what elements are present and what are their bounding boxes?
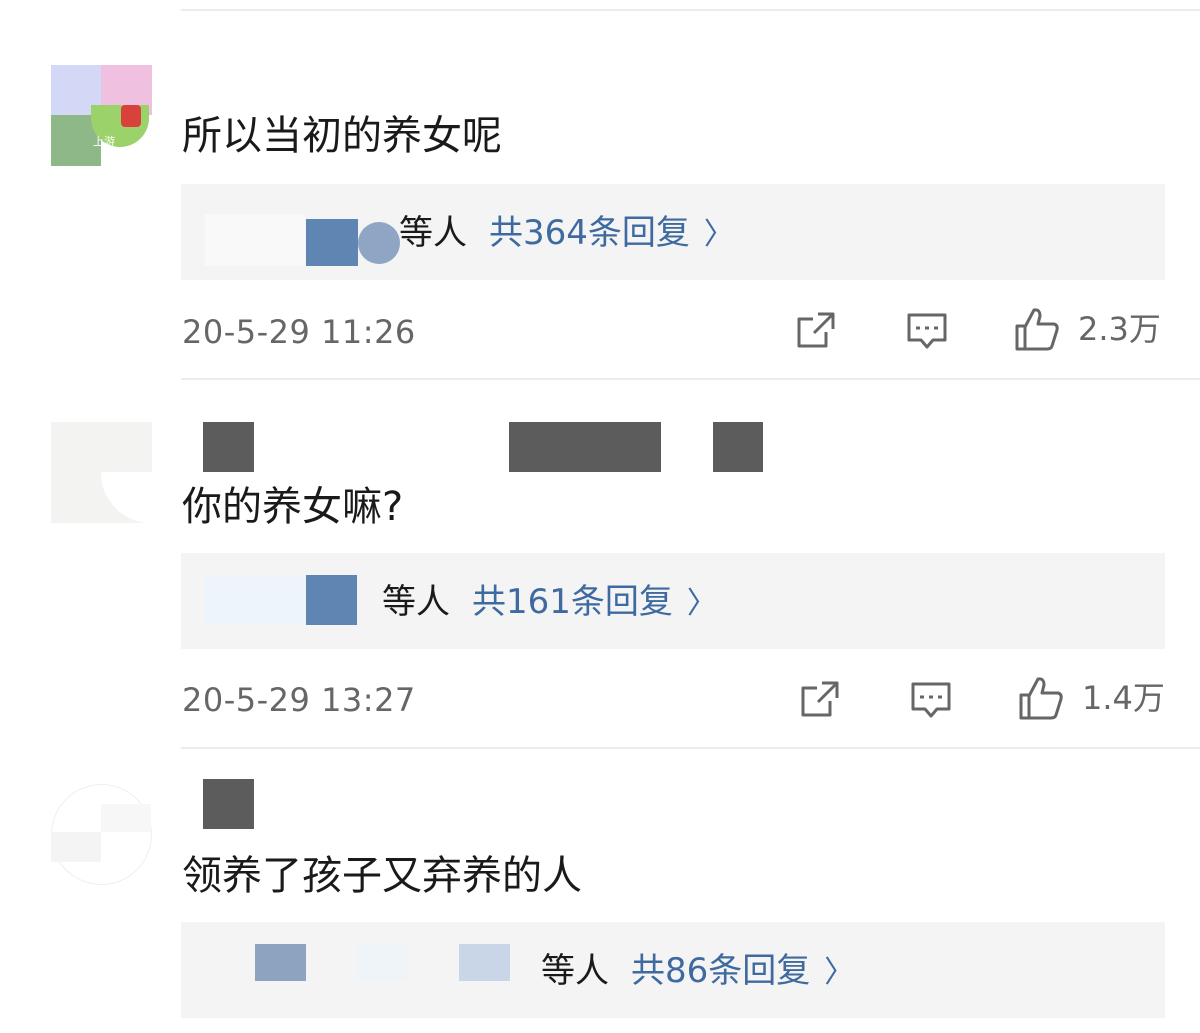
like-count: 1.4万 (1082, 679, 1165, 717)
like-count: 2.3万 (1078, 310, 1161, 348)
comment-divider (181, 378, 1200, 380)
comment-time: 20-5-29 13:27 (182, 681, 416, 719)
reply-count-link[interactable]: 共364条回复 (489, 213, 690, 253)
comment-text: 所以当初的养女呢 (182, 113, 502, 159)
share-button[interactable] (800, 680, 840, 718)
top-divider (181, 9, 1200, 11)
comment-text: 领养了孩子又弃养的人 (182, 853, 582, 899)
comment-time: 20-5-29 11:26 (182, 313, 416, 351)
reply-preview[interactable]: 等人 共161条回复〉 (181, 553, 1165, 649)
share-icon (801, 681, 839, 717)
comment-icon (911, 682, 951, 718)
reply-users: 等人 (399, 213, 467, 253)
avatar-badge: 上游 (93, 135, 115, 148)
like-button[interactable]: 1.4万 (1018, 675, 1165, 721)
like-button[interactable]: 2.3万 (1014, 306, 1161, 352)
thumbs-up-icon (1019, 677, 1063, 720)
reply-summary[interactable]: 等人 共86条回复〉 (541, 954, 854, 988)
avatar[interactable] (51, 784, 152, 885)
comment-text: 你的养女嘛? (182, 484, 404, 530)
share-button[interactable] (796, 311, 836, 349)
reply-preview[interactable]: 等人 共364条回复〉 (181, 184, 1165, 280)
thumbs-up-icon (1015, 308, 1059, 351)
chevron-right-icon: 〉 (703, 217, 734, 252)
redacted-username (509, 422, 661, 472)
reply-avatar (255, 944, 306, 981)
comment-icon (907, 313, 947, 349)
reply-summary[interactable]: 等人 共364条回复〉 (399, 216, 734, 250)
redacted-username (713, 422, 763, 472)
share-icon (797, 312, 835, 348)
reply-users: 等人 (541, 951, 609, 991)
redacted-username (203, 779, 254, 829)
reply-count-link[interactable]: 共86条回复 (631, 951, 810, 991)
avatar[interactable] (51, 422, 152, 523)
chevron-right-icon: 〉 (686, 586, 717, 621)
chevron-right-icon: 〉 (824, 955, 855, 990)
reply-summary[interactable]: 等人 共161条回复〉 (382, 585, 717, 619)
reply-preview[interactable]: 等人 共86条回复〉 (181, 922, 1165, 1018)
avatar[interactable]: 上游 (51, 65, 152, 166)
comment-divider (181, 747, 1200, 749)
redacted-username (203, 422, 254, 472)
reply-users: 等人 (382, 582, 450, 622)
reply-avatar (306, 219, 358, 266)
reply-button[interactable] (906, 312, 948, 350)
reply-count-link[interactable]: 共161条回复 (472, 582, 673, 622)
reply-button[interactable] (910, 681, 952, 719)
reply-avatar (306, 575, 357, 625)
